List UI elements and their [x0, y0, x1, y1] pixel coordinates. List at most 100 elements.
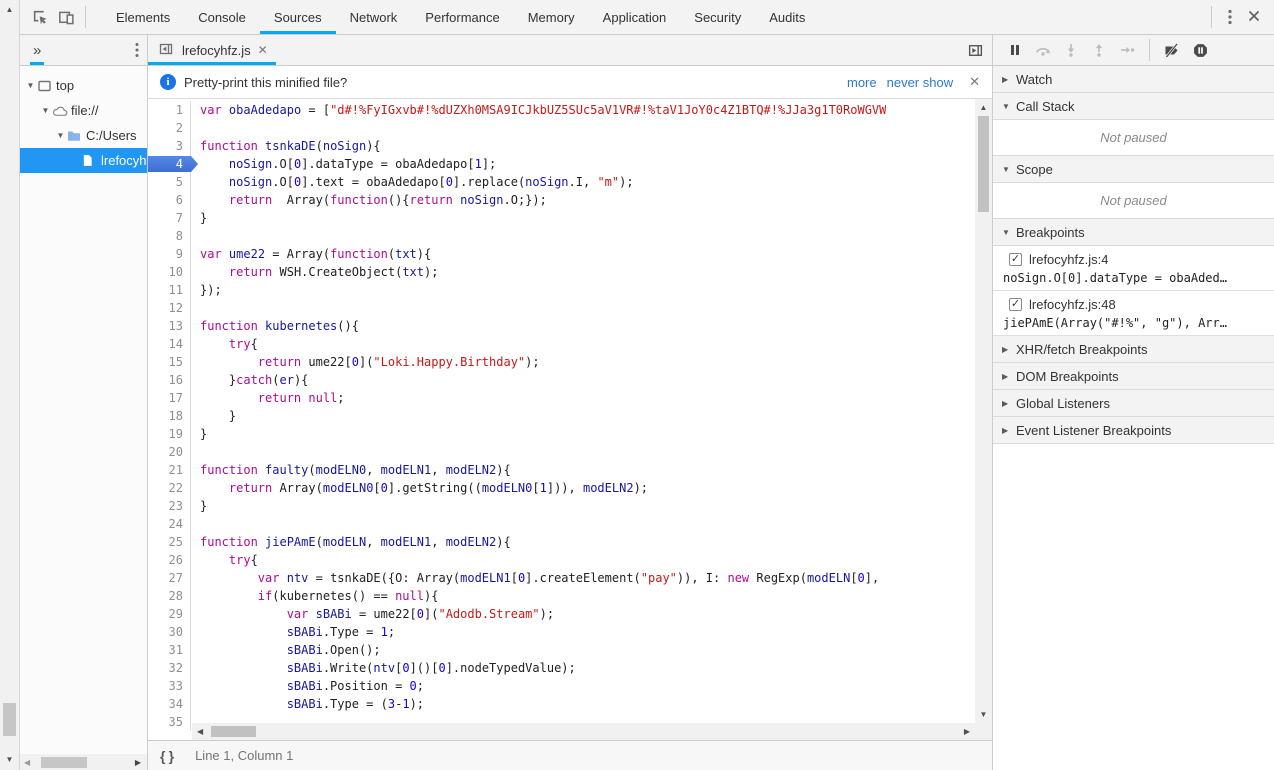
main-tab-network[interactable]: Network — [336, 0, 412, 34]
line-number[interactable]: 30 — [148, 623, 191, 641]
main-tab-audits[interactable]: Audits — [755, 0, 819, 34]
section-header-breakpoints[interactable]: ▼Breakpoints — [993, 219, 1274, 246]
pause-on-exceptions-icon[interactable] — [1188, 38, 1212, 62]
tree-item-file[interactable]: ▼file:// — [20, 98, 147, 123]
line-number[interactable]: 15 — [148, 353, 191, 371]
step-out-icon[interactable] — [1087, 38, 1111, 62]
file-tab[interactable]: lrefocyhfz.js ✕ — [148, 35, 276, 65]
line-number[interactable]: 29 — [148, 605, 191, 623]
section-header-scope[interactable]: ▼Scope — [993, 156, 1274, 183]
line-number[interactable]: 2 — [148, 119, 191, 137]
collapse-icon[interactable]: ▼ — [24, 81, 37, 90]
device-toolbar-icon[interactable] — [53, 5, 79, 29]
breakpoint-checkbox[interactable]: ✓ — [1009, 253, 1022, 266]
scrollbar-thumb[interactable] — [211, 726, 256, 737]
inspect-element-icon[interactable] — [27, 5, 53, 29]
close-devtools-icon[interactable] — [1242, 9, 1266, 25]
scroll-left-arrow-icon[interactable]: ◀ — [24, 758, 30, 767]
step-over-icon[interactable] — [1031, 38, 1055, 62]
scroll-down-arrow-icon[interactable]: ▼ — [0, 755, 19, 764]
line-number[interactable]: 10 — [148, 263, 191, 281]
line-number[interactable]: 1 — [148, 101, 191, 119]
breakpoint-line-number[interactable]: 4 — [148, 155, 191, 173]
deactivate-breakpoints-icon[interactable] — [1160, 38, 1184, 62]
scroll-up-arrow-icon[interactable]: ▲ — [975, 103, 992, 112]
line-number[interactable]: 21 — [148, 461, 191, 479]
collapse-icon[interactable]: ▼ — [54, 131, 67, 140]
line-number[interactable]: 16 — [148, 371, 191, 389]
line-number[interactable]: 32 — [148, 659, 191, 677]
pause-icon[interactable] — [1003, 38, 1027, 62]
line-number[interactable]: 3 — [148, 137, 191, 155]
line-number[interactable]: 23 — [148, 497, 191, 515]
line-number[interactable]: 26 — [148, 551, 191, 569]
navigator-more-tabs-button[interactable]: » — [30, 35, 44, 65]
scrollbar-thumb[interactable] — [3, 703, 16, 736]
main-tab-sources[interactable]: Sources — [260, 0, 336, 34]
banner-close-icon[interactable]: ✕ — [969, 74, 980, 90]
editor-vertical-scrollbar[interactable]: ▲ ▼ — [975, 99, 992, 723]
main-tab-memory[interactable]: Memory — [514, 0, 589, 34]
code-editor[interactable]: 1var obaAdedapo = ["d#!%FyIGxvb#!%dUZXh0… — [148, 99, 992, 740]
line-number[interactable]: 25 — [148, 533, 191, 551]
line-number[interactable]: 8 — [148, 227, 191, 245]
section-header-call-stack[interactable]: ▼Call Stack — [993, 93, 1274, 120]
scroll-right-arrow-icon[interactable]: ▶ — [964, 727, 970, 736]
editor-horizontal-scrollbar[interactable]: ◀ ▶ — [192, 723, 975, 740]
line-number[interactable]: 28 — [148, 587, 191, 605]
tree-item-c-users[interactable]: ▼C:/Users — [20, 123, 147, 148]
tree-item-lrefocyhfz-js[interactable]: lrefocyhfz.js — [20, 148, 147, 173]
line-number[interactable]: 35 — [148, 713, 191, 731]
pretty-print-button[interactable]: { } — [160, 748, 175, 764]
line-number[interactable]: 7 — [148, 209, 191, 227]
section-header-xhr-fetch-breakpoints[interactable]: ▶XHR/fetch Breakpoints — [993, 336, 1274, 363]
scrollbar-thumb[interactable] — [978, 116, 989, 212]
line-number[interactable]: 6 — [148, 191, 191, 209]
breakpoint-entry[interactable]: ✓lrefocyhfz.js:4noSign.O[0].dataType = o… — [993, 246, 1274, 291]
section-header-dom-breakpoints[interactable]: ▶DOM Breakpoints — [993, 363, 1274, 390]
line-number[interactable]: 13 — [148, 317, 191, 335]
main-tab-elements[interactable]: Elements — [102, 0, 184, 34]
main-tab-performance[interactable]: Performance — [411, 0, 513, 34]
step-into-icon[interactable] — [1059, 38, 1083, 62]
line-number[interactable]: 9 — [148, 245, 191, 263]
banner-more-link[interactable]: more — [847, 75, 877, 90]
scroll-right-arrow-icon[interactable]: ▶ — [135, 758, 141, 767]
line-number[interactable]: 14 — [148, 335, 191, 353]
section-header-global-listeners[interactable]: ▶Global Listeners — [993, 390, 1274, 417]
line-number[interactable]: 18 — [148, 407, 191, 425]
line-number[interactable]: 27 — [148, 569, 191, 587]
breakpoint-checkbox[interactable]: ✓ — [1009, 298, 1022, 311]
tree-item-top[interactable]: ▼top — [20, 73, 147, 98]
line-number[interactable]: 20 — [148, 443, 191, 461]
navigator-horizontal-scrollbar[interactable]: ◀ ▶ — [20, 754, 147, 770]
navigator-menu-icon[interactable] — [135, 42, 139, 58]
scroll-down-arrow-icon[interactable]: ▼ — [975, 710, 992, 719]
breakpoint-entry[interactable]: ✓lrefocyhfz.js:48jiePAmE(Array("#!%", "g… — [993, 291, 1274, 336]
banner-never-show-link[interactable]: never show — [887, 75, 953, 90]
line-number[interactable]: 33 — [148, 677, 191, 695]
line-number[interactable]: 11 — [148, 281, 191, 299]
line-number[interactable]: 31 — [148, 641, 191, 659]
step-icon[interactable] — [1115, 38, 1139, 62]
hide-navigator-icon[interactable] — [158, 41, 174, 60]
line-number[interactable]: 19 — [148, 425, 191, 443]
page-vertical-scrollbar[interactable]: ▲ ▼ — [0, 0, 20, 770]
section-header-watch[interactable]: ▶Watch — [993, 66, 1274, 93]
collapse-icon[interactable]: ▼ — [39, 106, 52, 115]
line-number[interactable]: 24 — [148, 515, 191, 533]
line-number[interactable]: 34 — [148, 695, 191, 713]
open-more-editors-icon[interactable] — [967, 35, 992, 65]
line-number[interactable]: 12 — [148, 299, 191, 317]
main-tab-security[interactable]: Security — [680, 0, 755, 34]
section-header-event-listener-breakpoints[interactable]: ▶Event Listener Breakpoints — [993, 417, 1274, 444]
main-tab-console[interactable]: Console — [184, 0, 260, 34]
scrollbar-thumb[interactable] — [41, 757, 87, 768]
scroll-left-arrow-icon[interactable]: ◀ — [197, 727, 203, 736]
scroll-up-arrow-icon[interactable]: ▲ — [0, 5, 19, 14]
line-number[interactable]: 5 — [148, 173, 191, 191]
file-tab-close-icon[interactable]: ✕ — [258, 43, 268, 57]
line-number[interactable]: 22 — [148, 479, 191, 497]
main-tab-application[interactable]: Application — [589, 0, 681, 34]
devtools-menu-icon[interactable] — [1218, 9, 1242, 25]
